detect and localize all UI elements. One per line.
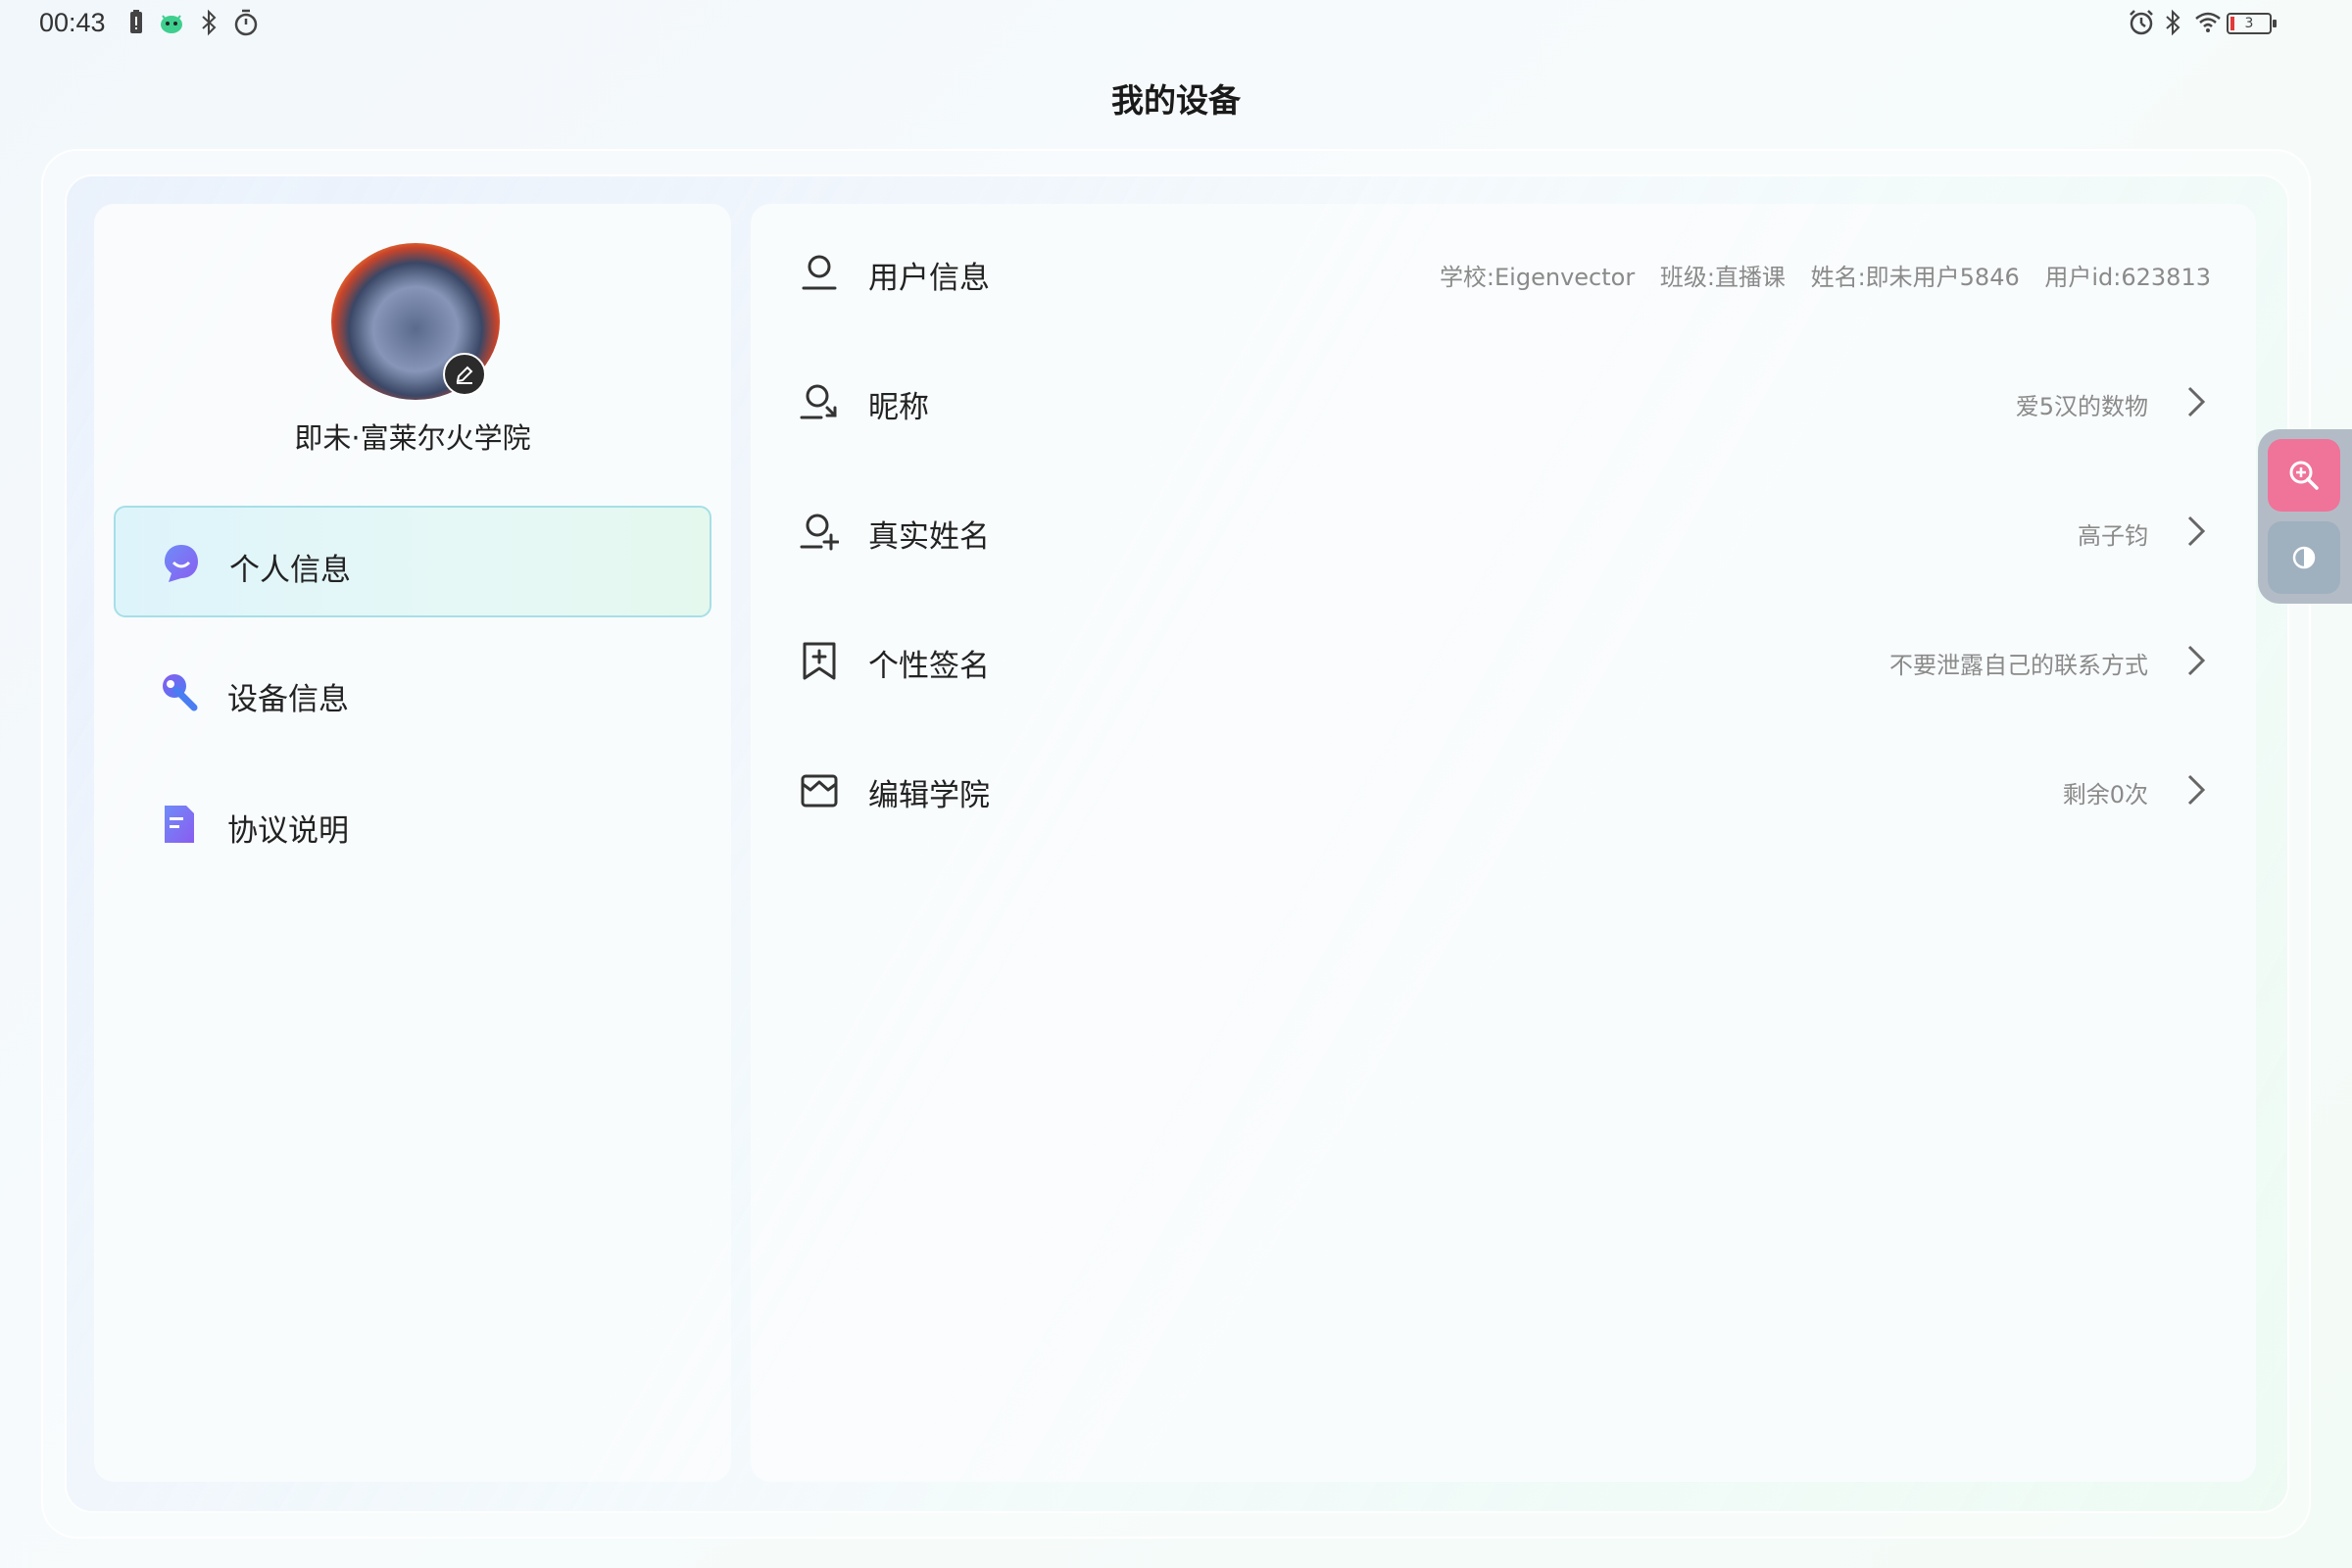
profile-name: 即未·富莱尔火学院: [294, 421, 531, 455]
user-info-id: 用户id:623813: [2044, 264, 2211, 291]
college-icon: [801, 774, 838, 808]
nickname-value: 爱5汉的数物: [2015, 393, 2148, 420]
battery-alert-icon: [130, 10, 142, 33]
user-add-icon: [800, 514, 839, 551]
user-edit-icon: [800, 384, 837, 419]
floating-toolbar: [2258, 429, 2352, 604]
user-info-label: 用户信息: [868, 261, 990, 296]
user-info-class: 班级:直播课: [1659, 264, 1786, 291]
user-info-school: 学校:Eigenvector: [1439, 264, 1636, 291]
sidebar-item-personal-info[interactable]: 个人信息: [114, 506, 711, 617]
zoom-button[interactable]: [2268, 439, 2340, 512]
chevron-right-icon: [2187, 645, 2206, 676]
user-icon: [802, 255, 837, 290]
user-info-name: 姓名:即未用户5846: [1810, 264, 2020, 291]
bluetooth-icon: [202, 9, 217, 36]
status-time: 00:43: [39, 8, 106, 37]
sidebar-item-label: 设备信息: [227, 682, 349, 717]
wifi-icon: [2195, 12, 2221, 32]
edit-college-value: 剩余0次: [2062, 781, 2148, 808]
contrast-icon: [2292, 546, 2316, 569]
user-info-row: 用户信息 学校:Eigenvector 班级:直播课 姓名:即未用户5846 用…: [751, 208, 2256, 337]
avatar-edit-button[interactable]: [443, 353, 486, 396]
edit-college-row[interactable]: 编辑学院 剩余0次: [751, 725, 2256, 855]
personal-info-icon: [165, 545, 198, 582]
pencil-icon: [456, 366, 473, 384]
sidebar-item-label: 个人信息: [229, 553, 351, 588]
sidebar-item-agreement[interactable]: 协议说明: [114, 768, 711, 880]
contrast-button[interactable]: [2268, 521, 2340, 594]
bluetooth-icon: [2166, 9, 2180, 36]
battery-level: 3: [2244, 16, 2254, 31]
status-bar: 00:43 3: [0, 0, 2352, 49]
android-icon: [161, 15, 182, 33]
nickname-row[interactable]: 昵称 爱5汉的数物: [751, 337, 2256, 466]
page-title: 我的设备: [1111, 81, 1241, 120]
signature-row[interactable]: 个性签名 不要泄露自己的联系方式: [751, 596, 2256, 725]
device-info-icon: [163, 674, 198, 711]
chevron-right-icon: [2187, 386, 2206, 417]
agreement-icon: [165, 806, 194, 843]
real-name-label: 真实姓名: [868, 519, 990, 555]
edit-college-label: 编辑学院: [868, 778, 990, 813]
sidebar-item-device-info[interactable]: 设备信息: [114, 637, 711, 749]
nickname-label: 昵称: [868, 390, 929, 425]
signature-value: 不要泄露自己的联系方式: [1889, 652, 2148, 679]
sidebar-item-label: 协议说明: [227, 813, 349, 849]
user-info-details: 学校:Eigenvector 班级:直播课 姓名:即未用户5846 用户id:6…: [1422, 258, 2211, 292]
chevron-right-icon: [2187, 515, 2206, 547]
signature-label: 个性签名: [868, 649, 990, 684]
battery-icon: 3: [2227, 13, 2277, 34]
alarm-icon: [2130, 10, 2153, 35]
timer-icon: [234, 9, 258, 36]
real-name-value: 高子钧: [2078, 522, 2148, 550]
chevron-right-icon: [2187, 774, 2206, 806]
zoom-in-icon: [2289, 461, 2319, 490]
real-name-row[interactable]: 真实姓名 高子钧: [751, 466, 2256, 596]
bookmark-plus-icon: [803, 642, 836, 680]
